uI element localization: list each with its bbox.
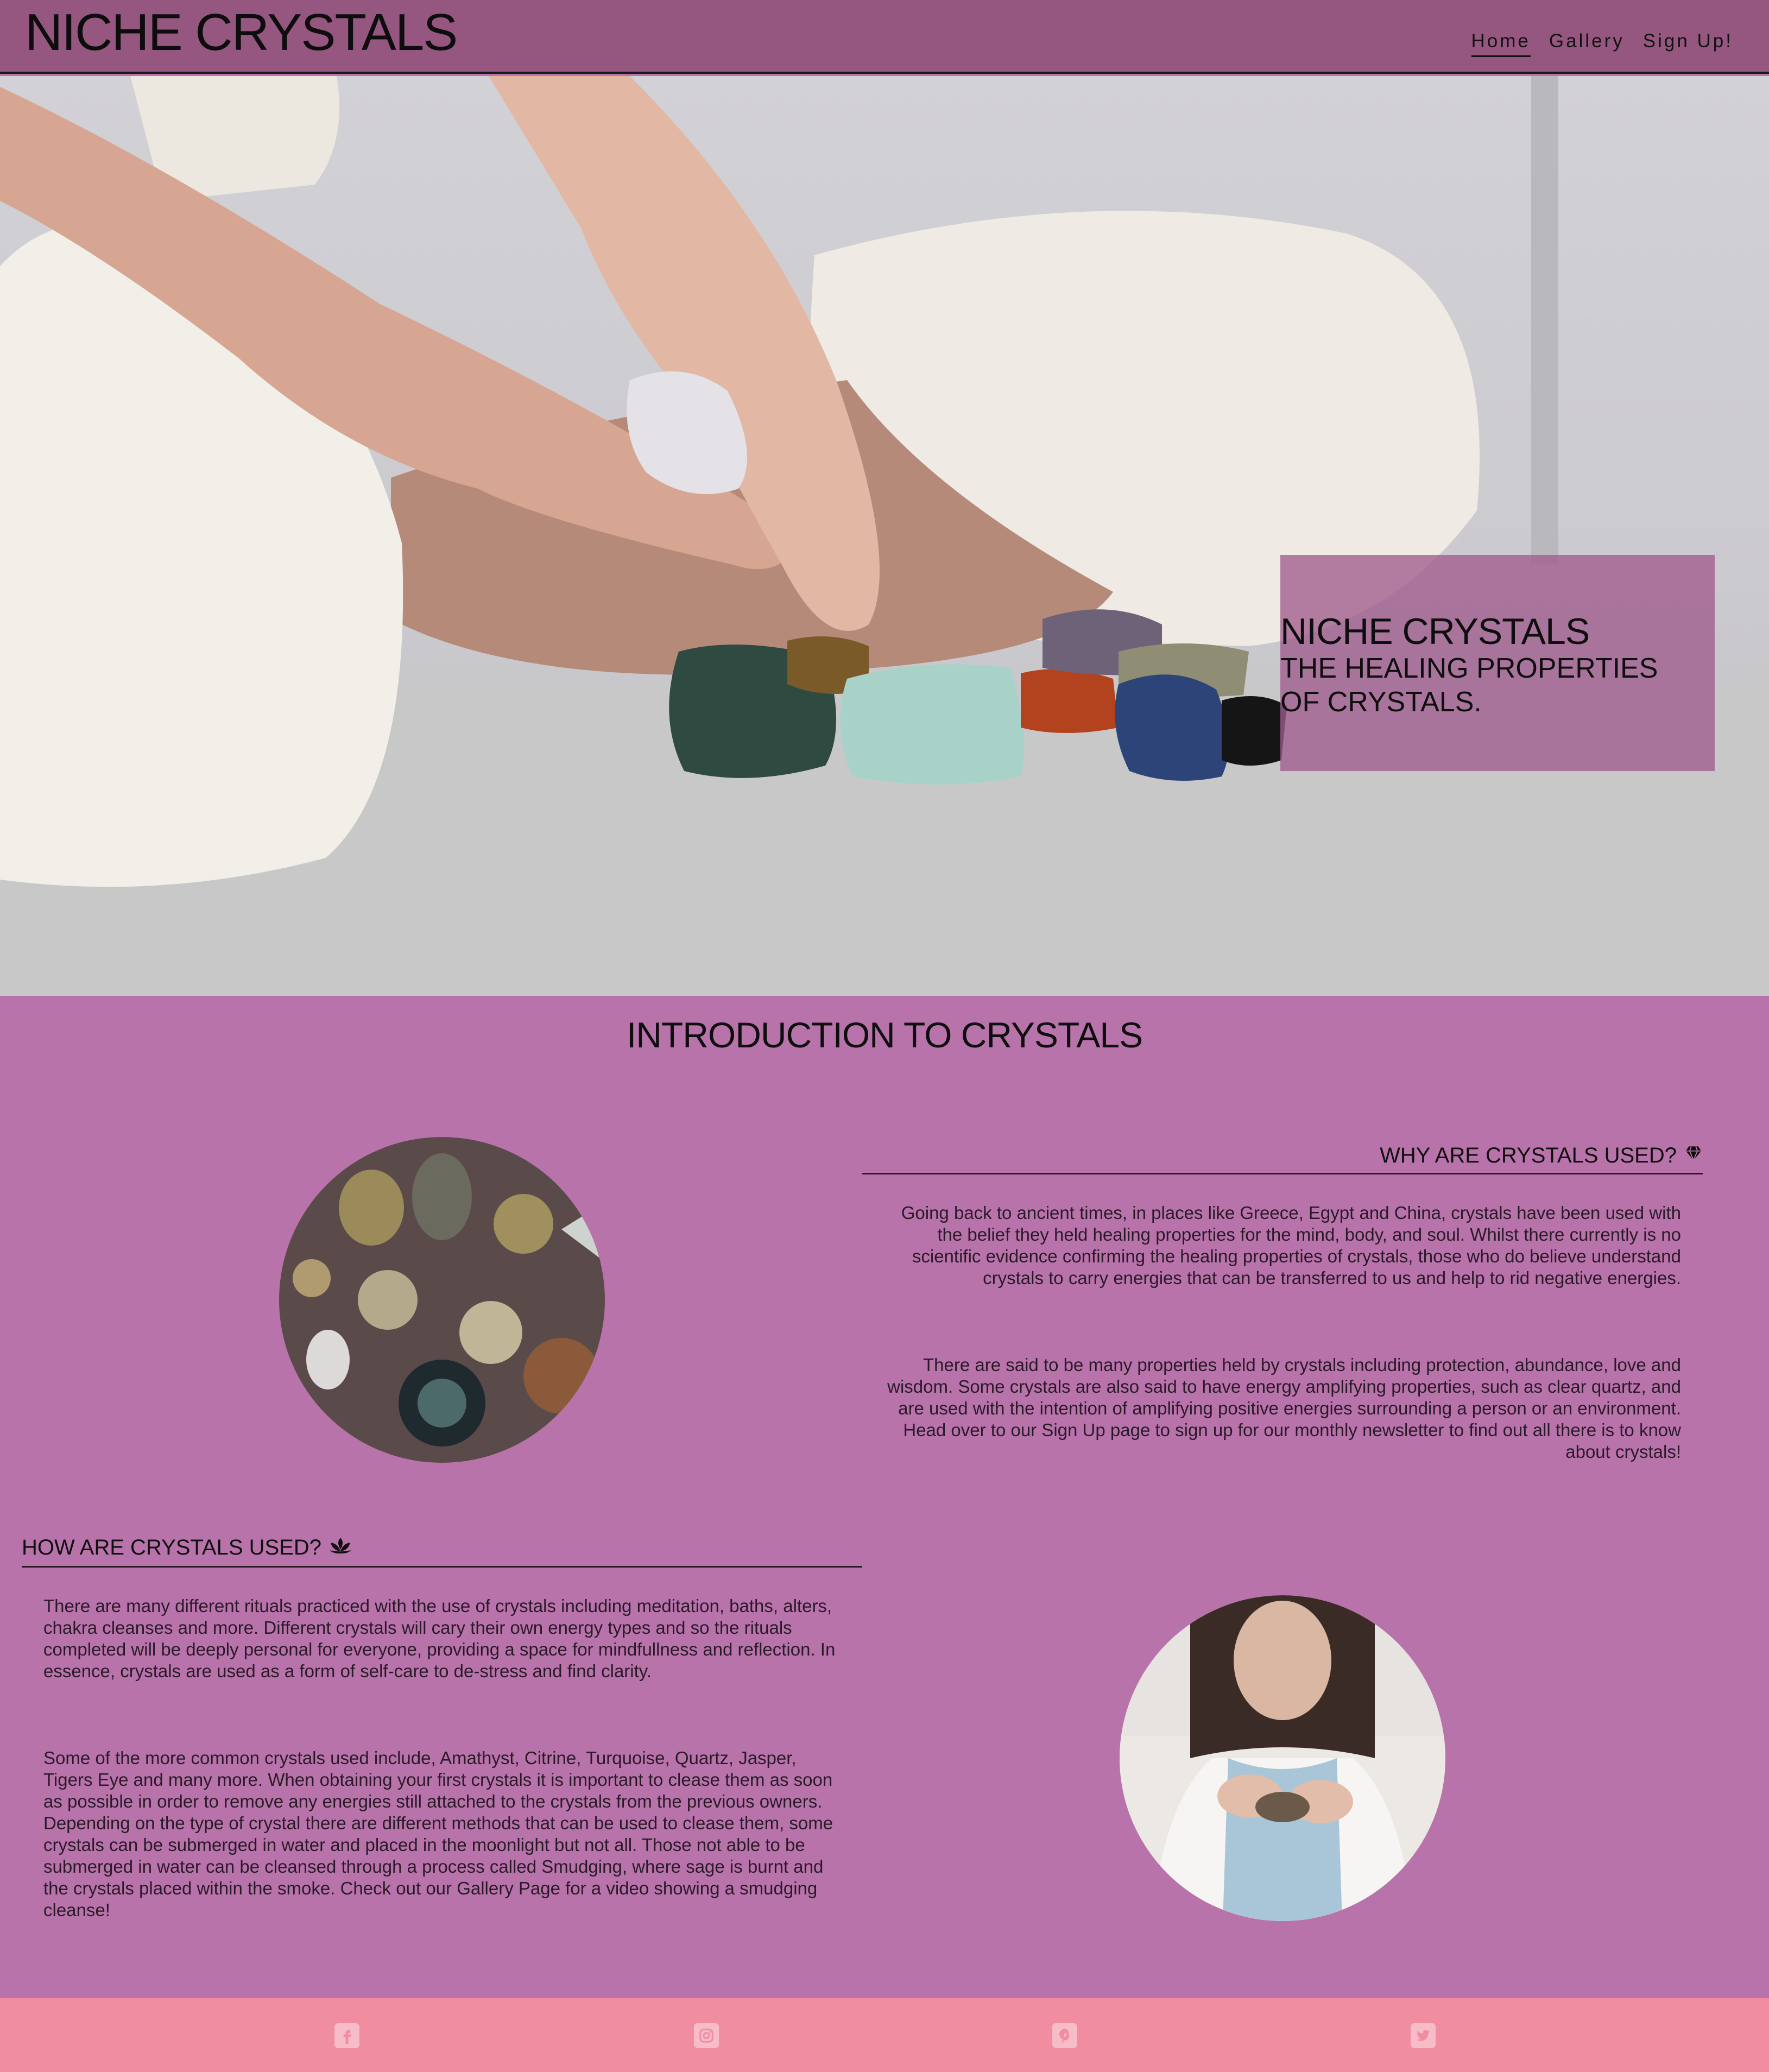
how-crystals-heading: HOW ARE CRYSTALS USED? — [22, 1536, 352, 1560]
facebook-icon[interactable] — [334, 2023, 359, 2048]
nav-gallery-link[interactable]: Gallery — [1549, 30, 1625, 57]
why-paragraph-2: There are said to be many properties hel… — [887, 1355, 1681, 1462]
why-paragraph-1: Going back to ancient times, in places l… — [901, 1203, 1681, 1288]
hero-photo — [0, 76, 1769, 996]
pinterest-icon[interactable] — [1052, 2023, 1077, 2048]
nav-signup-link[interactable]: Sign Up! — [1643, 30, 1733, 57]
how-divider — [22, 1566, 862, 1568]
hero-title-card: NICHE CRYSTALS THE HEALING PROPERTIES OF… — [1280, 555, 1715, 771]
site-footer — [0, 1998, 1769, 2072]
hero-title: NICHE CRYSTALS — [1280, 611, 1590, 652]
site-logo-text[interactable]: NICHE CRYSTALS — [25, 2, 458, 63]
lotus-icon — [329, 1536, 352, 1560]
site-header: NICHE CRYSTALS Home Gallery Sign Up! — [0, 0, 1769, 74]
why-crystals-heading: WHY ARE CRYSTALS USED? — [1380, 1144, 1703, 1168]
why-divider — [862, 1173, 1703, 1174]
crystals-altar-photo — [279, 1137, 605, 1463]
intro-heading: INTRODUCTION TO CRYSTALS — [626, 1015, 1143, 1055]
gem-icon — [1684, 1144, 1703, 1168]
why-heading-text: WHY ARE CRYSTALS USED? — [1380, 1144, 1677, 1167]
how-heading-text: HOW ARE CRYSTALS USED? — [22, 1536, 321, 1559]
how-paragraph-2: Some of the more common crystals used in… — [43, 1748, 833, 1920]
hero-subtitle: THE HEALING PROPERTIES OF CRYSTALS. — [1280, 653, 1658, 718]
main-nav: Home Gallery Sign Up! — [1471, 30, 1734, 57]
instagram-icon[interactable] — [694, 2023, 719, 2048]
twitter-icon[interactable] — [1411, 2023, 1436, 2048]
nav-home-link[interactable]: Home — [1471, 30, 1531, 57]
how-paragraph-1: There are many different rituals practic… — [43, 1596, 836, 1681]
hero-section: NICHE CRYSTALS THE HEALING PROPERTIES OF… — [0, 76, 1769, 996]
smudging-photo — [1120, 1595, 1445, 1921]
